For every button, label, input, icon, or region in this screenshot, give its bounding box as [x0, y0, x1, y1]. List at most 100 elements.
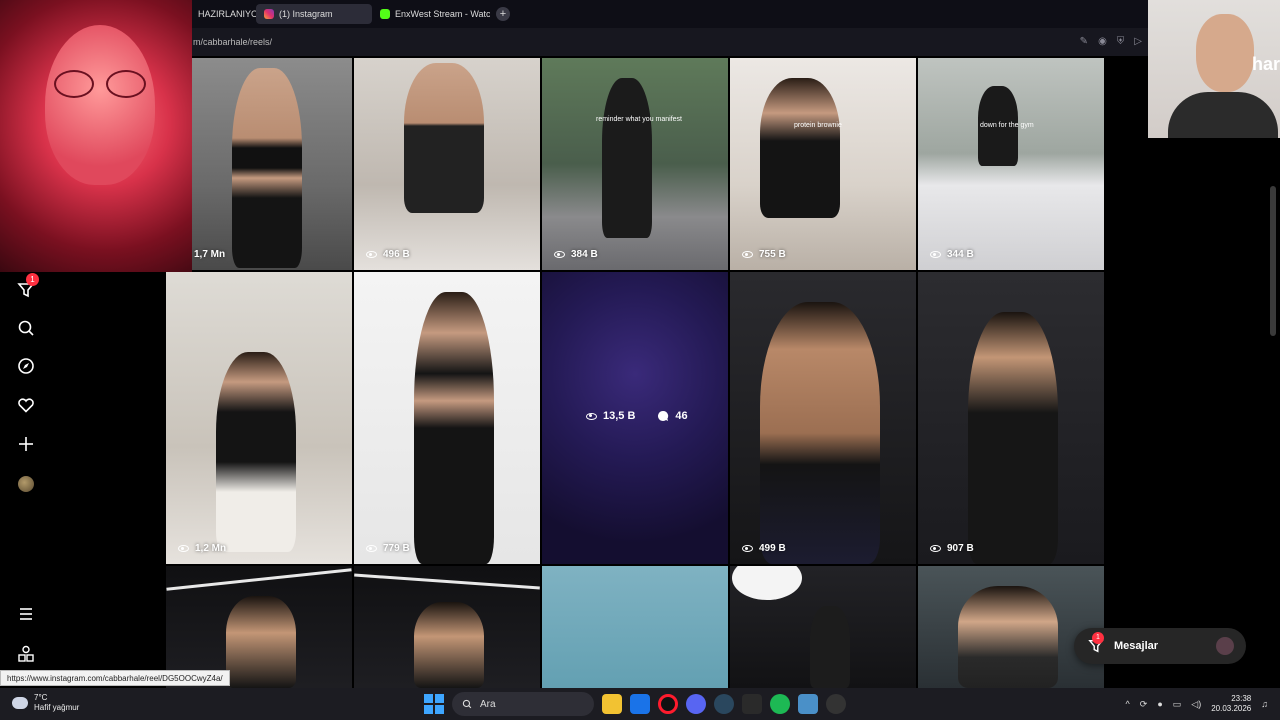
sidebar-item-profile[interactable] [14, 472, 38, 496]
weather-desc: Hafif yağmur [34, 703, 80, 712]
sidebar-item-create[interactable] [14, 432, 38, 456]
url-text: m/cabbarhale/reels/ [193, 37, 273, 47]
reel-thumbnail[interactable]: 1,7 Mn [192, 58, 352, 270]
tab-instagram[interactable]: (1) Instagram [256, 4, 372, 24]
reel-caption: protein brownie [794, 122, 842, 129]
reel-thumbnail[interactable]: 499 B [730, 272, 916, 564]
view-count: 755 B [742, 249, 786, 260]
search-icon [462, 699, 472, 709]
eye-icon [930, 545, 941, 552]
search-label: Ara [480, 698, 496, 710]
webcam-right: har [1148, 0, 1280, 138]
eye-icon [930, 251, 941, 258]
volume-icon[interactable]: ◁) [1191, 699, 1201, 710]
steam-icon[interactable] [714, 694, 734, 714]
view-count: 779 B [366, 543, 410, 554]
reel-thumbnail[interactable] [354, 566, 540, 688]
taskbar-center: Ara [424, 692, 846, 716]
eye-icon [178, 545, 189, 552]
chrome-icon[interactable] [826, 694, 846, 714]
notification-bell-icon[interactable]: ♫ [1261, 699, 1268, 709]
taskbar-search[interactable]: Ara [452, 692, 594, 716]
reel-caption: reminder what you manifest [596, 116, 682, 123]
discord-icon[interactable] [686, 694, 706, 714]
tab-label: EnxWest Stream - Watch Live [395, 9, 490, 19]
file-explorer-icon[interactable] [602, 694, 622, 714]
browser-tab-bar: HAZIRLANIYORUZ (1) Instagram EnxWest Str… [0, 0, 1280, 28]
link-status-url: https://www.instagram.com/cabbarhale/ree… [0, 670, 230, 686]
heart-icon [18, 398, 34, 413]
tab-label: (1) Instagram [279, 9, 333, 19]
reel-thumbnail[interactable]: down for the gym 344 B [918, 58, 1104, 270]
reel-thumbnail[interactable] [918, 566, 1104, 688]
epic-games-icon[interactable] [742, 694, 762, 714]
windows-start-icon[interactable] [424, 694, 444, 714]
eye-icon [554, 251, 565, 258]
reel-thumbnail[interactable]: 779 B [354, 272, 540, 564]
clock[interactable]: 23:38 20.03.2026 [1211, 694, 1251, 714]
sidebar-item-notifications[interactable]: 1 [14, 273, 39, 302]
messages-button[interactable]: 1 Mesajlar [1074, 628, 1246, 664]
eye-icon [366, 545, 377, 552]
sidebar-item-notifications-heart[interactable] [14, 393, 38, 417]
eye-icon [742, 251, 753, 258]
chevron-up-icon[interactable]: ^ [1126, 699, 1130, 709]
sidebar-item-explore[interactable] [14, 354, 38, 378]
opera-icon[interactable] [658, 694, 678, 714]
reel-thumbnail[interactable]: 907 B [918, 272, 1104, 564]
eye-icon [742, 545, 753, 552]
instagram-icon [264, 9, 274, 19]
reel-thumbnail[interactable] [730, 566, 916, 688]
camera-icon[interactable]: ◉ [1098, 36, 1107, 47]
network-icon[interactable]: ▭ [1173, 699, 1182, 710]
tab-kick-stream[interactable]: EnxWest Stream - Watch Live [372, 4, 490, 24]
view-count: 499 B [742, 543, 786, 554]
view-count: 496 B [366, 249, 410, 260]
reel-thumbnail[interactable]: protein brownie 755 B [730, 58, 916, 270]
screen: HAZIRLANIYORUZ (1) Instagram EnxWest Str… [0, 0, 1280, 720]
reel-thumbnail[interactable]: 1,2 Mn [166, 272, 352, 564]
shield-icon[interactable]: ⛨ [1117, 36, 1125, 47]
sidebar-item-more[interactable] [14, 602, 38, 626]
edit-icon[interactable]: ✎ [1080, 36, 1088, 47]
tab-label: HAZIRLANIYORUZ [198, 9, 256, 19]
apps-icon [18, 645, 34, 662]
view-count: 1,2 Mn [178, 543, 226, 554]
view-count: 1,7 Mn [194, 249, 226, 260]
view-count: 344 B [930, 249, 974, 260]
avatar [18, 476, 34, 492]
view-count: 384 B [554, 249, 598, 260]
system-tray: ^ ⟳ ● ▭ ◁) 23:38 20.03.2026 ♫ [1126, 694, 1268, 714]
comment-icon [658, 410, 669, 421]
sidebar-item-apps[interactable] [14, 642, 38, 666]
reel-caption: down for the gym [980, 122, 1034, 129]
sync-icon[interactable]: ⟳ [1140, 699, 1148, 710]
view-count: 907 B [930, 543, 974, 554]
compass-icon [18, 358, 34, 374]
weather-temp: 7°C [34, 693, 48, 702]
sidebar-item-search[interactable] [14, 316, 38, 340]
instagram-sidebar: 1 [0, 272, 52, 688]
send-icon[interactable]: ▷ [1134, 36, 1142, 47]
page-scrollbar[interactable] [1270, 186, 1276, 336]
spotify-icon[interactable] [770, 694, 790, 714]
mail-icon[interactable] [630, 694, 650, 714]
address-bar-actions: ✎ ◉ ⛨ ▷ [1080, 36, 1142, 47]
weather-widget[interactable]: 7°C Hafif yağmur [12, 693, 79, 713]
reel-thumbnail-hovered[interactable]: 13,5 B 46 [542, 272, 728, 564]
tab-hazirlaniyoruz[interactable]: HAZIRLANIYORUZ [190, 4, 256, 24]
kick-icon [380, 9, 390, 19]
messages-label: Mesajlar [1114, 640, 1159, 652]
menu-icon [20, 608, 32, 620]
reel-thumbnail[interactable]: reminder what you manifest 384 B [542, 58, 728, 270]
reel-thumbnail[interactable]: 496 B [354, 58, 540, 270]
eye-icon [586, 412, 597, 420]
app-icon[interactable] [798, 694, 818, 714]
webcam-left [0, 0, 192, 272]
new-tab-button[interactable]: + [496, 7, 510, 21]
reel-thumbnail[interactable] [542, 566, 728, 688]
microphone-icon[interactable]: ● [1157, 699, 1162, 709]
webcam-overlay-text: har [1251, 54, 1280, 74]
search-icon [18, 320, 34, 336]
windows-taskbar: 7°C Hafif yağmur Ara ^ ⟳ ● ▭ ◁) 23:38 20… [0, 688, 1280, 720]
